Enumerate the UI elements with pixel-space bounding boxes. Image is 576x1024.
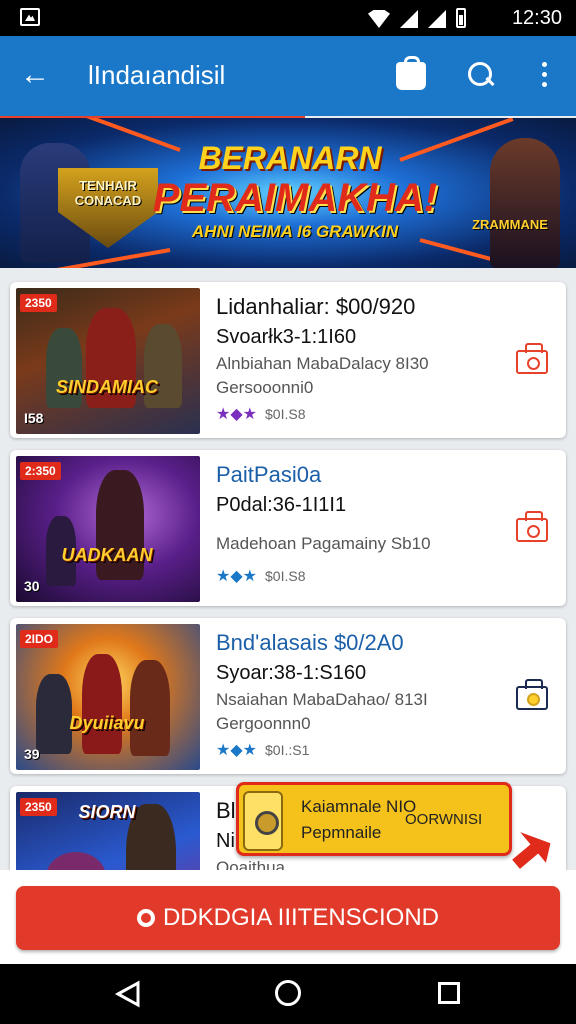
game-publisher: Alnbiahan MabaDalacy 8I30	[216, 354, 429, 373]
game-info: PaitPasi0a P0dal:36-1I1I1 Madehoan Pagam…	[216, 460, 506, 586]
rating-stars-icon: ★◆★	[216, 742, 257, 759]
game-genre: Gergoonnn0	[216, 714, 311, 733]
banner-headline-1: BERANARN	[198, 140, 382, 176]
cta-label: DDKDGIA IIITENSCIOND	[162, 904, 440, 931]
buy-icon[interactable]	[514, 510, 550, 544]
rating-row: ★◆★ $0I.:S1	[216, 740, 506, 760]
game-thumbnail: SINDAMIAC 2350 I58	[16, 288, 200, 434]
gift-icon	[243, 791, 283, 851]
price-tag: 2:350	[20, 462, 61, 480]
bottom-action-bar: DDKDGIA IIITENSCIOND	[0, 870, 576, 964]
wifi-icon	[368, 10, 390, 28]
more-options-icon[interactable]	[536, 62, 552, 92]
nav-home-icon[interactable]	[275, 980, 301, 1006]
game-genre: Gersooonni0	[216, 378, 314, 397]
rating-row: ★◆★ $0I.S8	[216, 404, 506, 424]
game-detail: Syoar:38-1:S160	[216, 662, 367, 684]
thumbnail-count: 30	[24, 578, 40, 594]
thumbnail-art-title: UADKAAN	[61, 545, 153, 565]
signal-icon-2	[428, 10, 446, 28]
search-icon[interactable]	[466, 60, 496, 90]
price-tag: 2350	[20, 294, 57, 312]
status-bar: 12:30	[0, 0, 576, 36]
toast-right-text: OORWNISI	[405, 811, 483, 828]
character-figure	[130, 660, 170, 756]
thumbnail-art-title: Dyuiiavu	[69, 713, 145, 733]
game-publisher: Nsaiahan MabaDahao/ 813I	[216, 690, 428, 709]
cta-icon	[136, 909, 155, 927]
game-name: PaitPasi0a	[216, 462, 322, 487]
game-info: Bnd'alasais $0/2A0 Syoar:38-1:S160 Nsaia…	[216, 628, 506, 760]
hero-character-right	[490, 138, 560, 268]
app-title: lIndaıandisil	[88, 60, 226, 90]
light-ray	[66, 118, 181, 152]
price-tag: 2IDO	[20, 630, 59, 648]
toast-line-1: Kaiamnale NIO	[301, 797, 417, 816]
battery-icon	[456, 8, 466, 28]
game-thumbnail: UADKAAN 2:350 30	[16, 456, 200, 602]
banner-subtitle: AHNI NEIMA I6 GRAWKIN	[191, 222, 399, 241]
signal-icon	[400, 10, 418, 28]
nav-recents-icon[interactable]	[438, 982, 460, 1004]
game-logo-left-text: TENHAIR CONACAD	[74, 178, 142, 208]
rating-value: $0I.S8	[265, 406, 306, 422]
rating-row: ★◆★ $0I.S8	[216, 566, 506, 586]
gallery-notification-icon	[20, 8, 40, 26]
status-icons	[368, 8, 466, 28]
shopping-bag-icon[interactable]	[396, 56, 426, 90]
rating-value: $0I.:S1	[265, 742, 310, 758]
game-publisher: Madehoan Pagamainy Sb10	[216, 534, 431, 553]
game-thumbnail: Dyuiiavu 2IDO 39	[16, 624, 200, 770]
game-card[interactable]: UADKAAN 2:350 30 PaitPasi0a P0dal:36-1I1…	[10, 450, 566, 606]
notification-toast[interactable]: Kaiamnale NIO Pepmnaile OORWNISI	[236, 782, 512, 856]
buy-icon[interactable]	[514, 678, 550, 712]
promo-banner[interactable]: TENHAIR CONACAD ZRAMMANE BERANARN PERAIM…	[0, 118, 576, 268]
game-info: Lidanhaliar: $00/920 Svoarłk3-1:1I60 Aln…	[216, 292, 506, 424]
thumbnail-count: 39	[24, 746, 40, 762]
app-bar: ← lIndaıandisil	[0, 36, 576, 120]
game-card[interactable]: SINDAMIAC 2350 I58 Lidanhaliar: $00/920 …	[10, 282, 566, 438]
thumbnail-art-title: SINDAMIAC	[56, 377, 158, 397]
system-nav-bar	[0, 964, 576, 1024]
toast-line-2: Pepmnaile	[301, 823, 382, 842]
game-name: Bnd'alasais $0/2A0	[216, 630, 404, 655]
game-detail: Svoarłk3-1:1I60	[216, 326, 357, 348]
buy-icon[interactable]	[514, 342, 550, 376]
thumbnail-count: I58	[24, 410, 44, 426]
status-time: 12:30	[511, 7, 562, 29]
back-arrow-icon[interactable]: ←	[20, 60, 52, 92]
rating-stars-icon: ★◆★	[216, 568, 257, 585]
game-detail: P0dal:36-1I1I1	[216, 494, 347, 516]
price-tag: 2350	[20, 798, 57, 816]
rating-stars-icon: ★◆★	[216, 406, 257, 423]
character-figure	[82, 654, 122, 754]
game-name: Lidanhaliar: $00/920	[216, 294, 416, 319]
game-card[interactable]: Dyuiiavu 2IDO 39 Bnd'alasais $0/2A0 Syoa…	[10, 618, 566, 774]
nav-back-icon[interactable]	[114, 980, 142, 1008]
banner-headline-2: PERAIMAKHA!	[152, 176, 438, 220]
game-logo-right-text: ZRAMMANE	[472, 217, 548, 232]
rating-value: $0I.S8	[265, 568, 306, 584]
primary-cta-button[interactable]: DDKDGIA IIITENSCIOND	[16, 886, 560, 950]
